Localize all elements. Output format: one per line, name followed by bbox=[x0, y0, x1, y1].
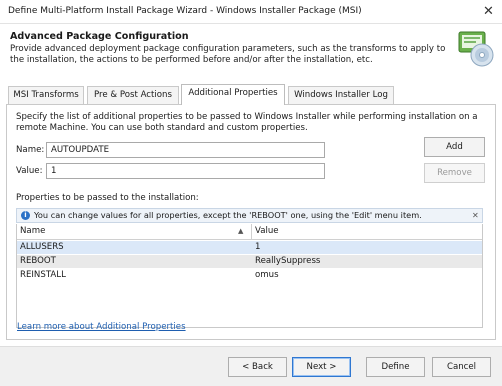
add-button[interactable]: Add bbox=[424, 137, 485, 157]
table-row[interactable]: REINSTALL omus bbox=[17, 269, 482, 282]
tab-msi-transforms[interactable]: MSI Transforms bbox=[8, 86, 84, 104]
close-icon[interactable]: ✕ bbox=[475, 0, 502, 24]
cancel-button[interactable]: Cancel bbox=[432, 357, 491, 377]
row-value: omus bbox=[255, 270, 279, 280]
column-header-name[interactable]: Name ▲ bbox=[17, 224, 252, 240]
page-title: Advanced Package Configuration bbox=[10, 31, 189, 42]
tab-additional-properties[interactable]: Additional Properties bbox=[181, 84, 285, 105]
next-button[interactable]: Next > bbox=[292, 357, 351, 377]
properties-list-label: Properties to be passed to the installat… bbox=[16, 193, 199, 203]
wizard-header: Advanced Package Configuration Provide a… bbox=[0, 24, 502, 74]
window-title: Define Multi-Platform Install Package Wi… bbox=[8, 6, 362, 16]
row-name: ALLUSERS bbox=[20, 242, 64, 252]
value-label: Value: bbox=[16, 166, 43, 176]
intro-text: Specify the list of additional propertie… bbox=[16, 112, 478, 133]
remove-button[interactable]: Remove bbox=[424, 163, 485, 183]
sort-ascending-icon: ▲ bbox=[238, 227, 244, 235]
tab-pre-post-actions[interactable]: Pre & Post Actions bbox=[87, 86, 179, 104]
name-label: Name: bbox=[16, 145, 45, 155]
row-name: REINSTALL bbox=[20, 270, 66, 280]
table-row[interactable]: REBOOT ReallySuppress bbox=[17, 255, 482, 268]
info-bar: i You can change values for all properti… bbox=[16, 208, 483, 223]
row-value: ReallySuppress bbox=[255, 256, 321, 266]
row-name: REBOOT bbox=[20, 256, 56, 266]
row-value: 1 bbox=[255, 242, 261, 252]
install-package-icon bbox=[458, 31, 494, 67]
title-bar: Define Multi-Platform Install Package Wi… bbox=[0, 0, 502, 24]
column-header-value[interactable]: Value bbox=[252, 224, 482, 240]
page-description: Provide advanced deployment package conf… bbox=[10, 44, 446, 65]
dismiss-info-icon[interactable]: ✕ bbox=[472, 209, 479, 222]
table-row[interactable]: ALLUSERS 1 bbox=[17, 241, 482, 254]
back-button[interactable]: < Back bbox=[228, 357, 287, 377]
define-button[interactable]: Define bbox=[366, 357, 425, 377]
info-icon: i bbox=[21, 211, 30, 220]
properties-grid[interactable]: Name ▲ Value ALLUSERS 1 REBOOT ReallySup… bbox=[16, 224, 483, 328]
name-field[interactable]: AUTOUPDATE bbox=[46, 142, 325, 158]
tab-windows-installer-log[interactable]: Windows Installer Log bbox=[288, 86, 394, 104]
learn-more-link[interactable]: Learn more about Additional Properties bbox=[17, 322, 186, 332]
value-field[interactable]: 1 bbox=[46, 163, 325, 179]
info-text: You can change values for all properties… bbox=[34, 210, 422, 220]
